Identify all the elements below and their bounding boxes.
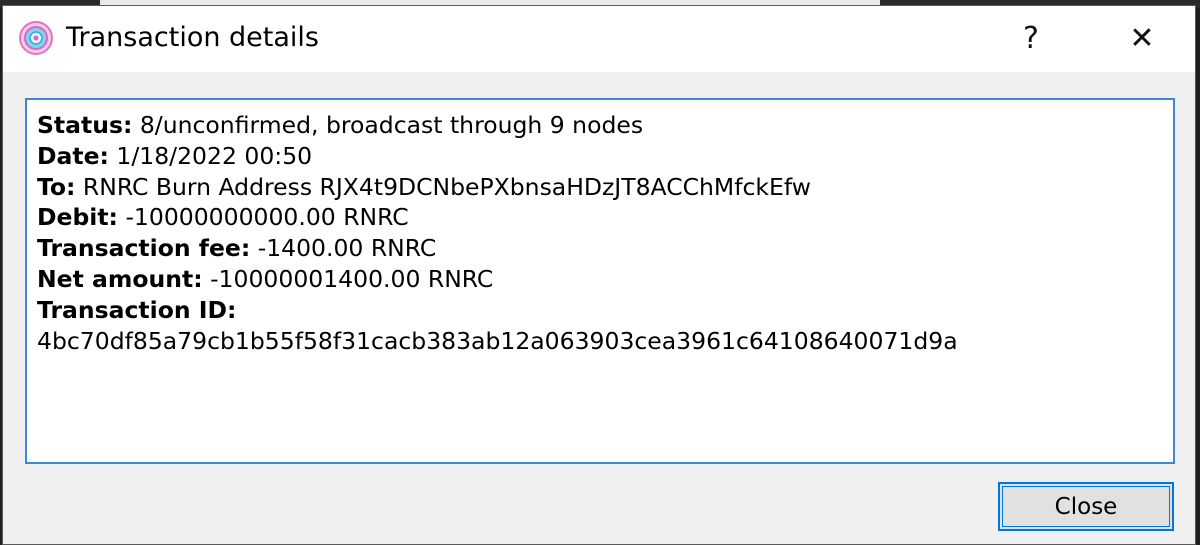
transaction-details-text[interactable]: Status: 8/unconfirmed, broadcast through…: [25, 98, 1175, 464]
date-row: Date: 1/18/2022 00:50: [37, 141, 1163, 172]
to-value: RNRC Burn Address RJX4t9DCNbePXbnsaHDzJT…: [75, 172, 811, 201]
wallet-logo-icon: [19, 21, 53, 55]
window-close-button[interactable]: ✕: [1119, 16, 1165, 60]
fee-row: Transaction fee: -1400.00 RNRC: [37, 233, 1163, 264]
debit-label: Debit:: [37, 203, 118, 232]
date-label: Date:: [37, 141, 109, 170]
transaction-id-value: 4bc70df85a79cb1b55f58f31cacb383ab12a0639…: [37, 326, 958, 355]
debit-row: Debit: -10000000000.00 RNRC: [37, 202, 1163, 233]
status-label: Status:: [37, 111, 133, 139]
to-label: To:: [37, 172, 76, 201]
transaction-id-label: Transaction ID:: [37, 295, 237, 324]
help-icon: ?: [1023, 20, 1039, 56]
transaction-id-label-row: Transaction ID:: [37, 295, 1163, 326]
net-amount-label: Net amount:: [37, 264, 203, 293]
status-row: Status: 8/unconfirmed, broadcast through…: [37, 110, 1163, 141]
fee-value: -1400.00 RNRC: [250, 234, 437, 263]
close-icon: ✕: [1129, 20, 1155, 56]
date-value: 1/18/2022 00:50: [108, 141, 313, 170]
net-amount-value: -10000001400.00 RNRC: [202, 264, 494, 293]
net-amount-row: Net amount: -10000001400.00 RNRC: [37, 264, 1163, 295]
help-button[interactable]: ?: [1008, 16, 1054, 60]
status-value: 8/unconfirmed, broadcast through 9 nodes: [132, 111, 644, 139]
fee-label: Transaction fee:: [37, 234, 251, 263]
transaction-details-dialog: Transaction details ? ✕ Status: 8/unconf…: [2, 5, 1196, 545]
dialog-title: Transaction details: [66, 22, 319, 53]
debit-value: -10000000000.00 RNRC: [117, 203, 409, 232]
to-row: To: RNRC Burn Address RJX4t9DCNbePXbnsaH…: [37, 172, 1163, 203]
title-bar[interactable]: Transaction details ? ✕: [3, 6, 1195, 72]
transaction-id-row: 4bc70df85a79cb1b55f58f31cacb383ab12a0639…: [37, 326, 1163, 357]
close-button[interactable]: Close: [998, 482, 1174, 531]
